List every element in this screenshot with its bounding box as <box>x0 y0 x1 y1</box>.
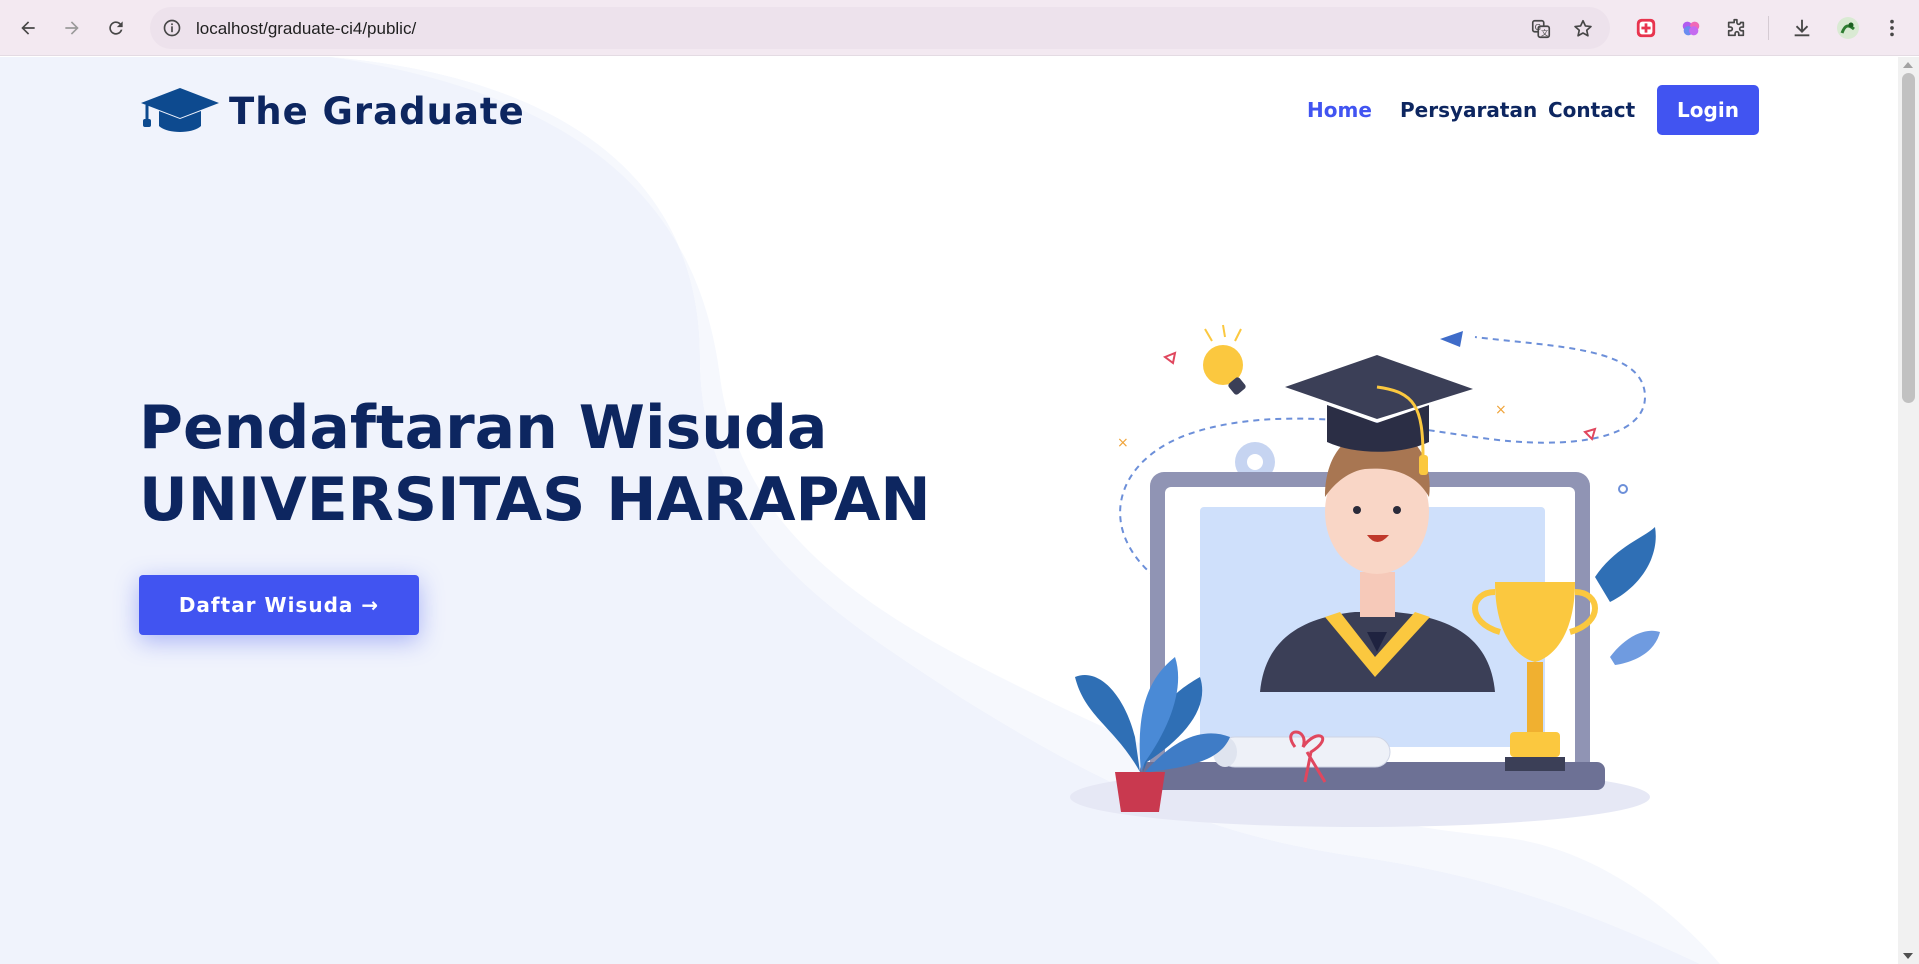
download-icon[interactable] <box>1790 16 1814 40</box>
brand-logo[interactable]: The Graduate <box>139 86 525 136</box>
back-icon <box>21 21 35 35</box>
svg-text:×: × <box>1495 402 1507 418</box>
extension-red-icon[interactable] <box>1634 16 1658 40</box>
forward-button[interactable] <box>56 12 88 44</box>
url-text[interactable]: localhost/graduate-ci4/public/ <box>196 19 416 39</box>
daftar-wisuda-button[interactable]: Daftar Wisuda → <box>139 575 419 635</box>
svg-text:×: × <box>1117 435 1129 451</box>
site-info-icon[interactable] <box>162 18 182 38</box>
hero-title-line-2: UNIVERSITAS HARAPAN <box>139 465 931 535</box>
forward-icon <box>65 21 79 35</box>
more-menu-icon[interactable] <box>1880 16 1904 40</box>
nav-home[interactable]: Home <box>1307 98 1372 122</box>
reload-button[interactable] <box>100 12 132 44</box>
scroll-down-arrow-icon[interactable] <box>1903 953 1913 959</box>
browser-toolbar: localhost/graduate-ci4/public/ G文 <box>0 0 1919 56</box>
brand-name: The Graduate <box>229 89 525 133</box>
back-button[interactable] <box>12 12 44 44</box>
nav-contact[interactable]: Contact <box>1548 98 1635 122</box>
extensions-puzzle-icon[interactable] <box>1724 16 1748 40</box>
login-button[interactable]: Login <box>1657 85 1759 135</box>
graduation-cap-icon <box>141 88 219 132</box>
nav-persyaratan[interactable]: Persyaratan <box>1400 98 1537 122</box>
profile-avatar[interactable] <box>1836 16 1860 40</box>
bookmark-star-icon[interactable] <box>1572 18 1594 40</box>
svg-text:G: G <box>1535 22 1541 32</box>
reload-icon <box>109 21 123 35</box>
hero-title-line-1: Pendaftaran Wisuda <box>139 393 828 463</box>
page-viewport: The Graduate Home Persyaratan Contact Lo… <box>0 57 1898 964</box>
address-bar[interactable]: localhost/graduate-ci4/public/ G文 <box>150 7 1610 49</box>
cta-label: Daftar Wisuda <box>178 593 354 617</box>
scrollbar-thumb[interactable] <box>1902 73 1915 403</box>
translate-icon[interactable]: G文 <box>1530 18 1552 40</box>
scroll-up-arrow-icon[interactable] <box>1903 62 1913 68</box>
svg-text:文: 文 <box>1541 28 1549 37</box>
toolbar-separator <box>1768 16 1769 40</box>
arrow-right-icon: → <box>361 593 380 617</box>
hero-title: Pendaftaran Wisuda UNIVERSITAS HARAPAN <box>139 392 931 536</box>
graduate-on-laptop-illustration: × × <box>1070 324 1660 827</box>
page-scrollbar[interactable] <box>1898 57 1919 964</box>
extension-brain-icon[interactable] <box>1679 16 1703 40</box>
